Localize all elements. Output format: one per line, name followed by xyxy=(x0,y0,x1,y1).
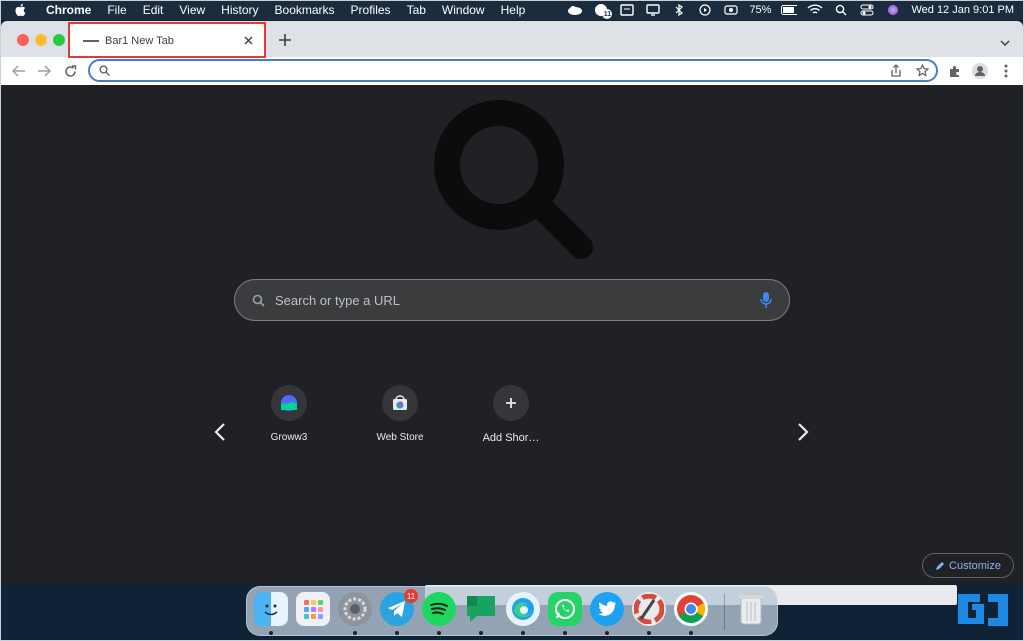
menu-bookmarks[interactable]: Bookmarks xyxy=(275,3,335,17)
microphone-icon[interactable] xyxy=(757,291,775,309)
notes-icon[interactable] xyxy=(619,3,635,17)
search-icon xyxy=(96,63,112,79)
dock: 11 xyxy=(246,586,778,636)
customize-label: Customize xyxy=(949,559,1001,572)
menu-history[interactable]: History xyxy=(221,3,258,17)
whatsapp-icon[interactable] xyxy=(548,592,582,626)
bookmark-star-icon[interactable] xyxy=(914,63,930,79)
pencil-icon xyxy=(936,561,945,570)
menu-chrome[interactable]: Chrome xyxy=(46,3,91,17)
tab-strip: Bar1 New Tab xyxy=(1,21,1023,57)
zoom-window-button[interactable] xyxy=(53,34,65,46)
siri-icon[interactable] xyxy=(885,3,901,17)
menu-file[interactable]: File xyxy=(107,3,126,17)
web-store-icon xyxy=(382,385,418,421)
tab-favicon-icon xyxy=(83,39,99,42)
tab-new-tab[interactable]: Bar1 New Tab xyxy=(69,24,265,57)
shortcut-label: Add Shor… xyxy=(482,432,540,444)
menu-edit[interactable]: Edit xyxy=(143,3,164,17)
spotlight-search-icon[interactable] xyxy=(833,3,849,17)
watermark-logo-icon xyxy=(954,590,1012,630)
wifi-icon[interactable] xyxy=(807,3,823,17)
shortcut-label: Groww3 xyxy=(270,432,308,443)
finder-icon[interactable] xyxy=(254,592,288,626)
running-indicator xyxy=(269,631,273,635)
shortcuts-next-chevron-icon[interactable] xyxy=(795,421,811,443)
address-input[interactable] xyxy=(112,63,888,78)
shortcut-tile[interactable]: Web Store xyxy=(350,385,450,443)
menu-profiles[interactable]: Profiles xyxy=(351,3,391,17)
spotify-icon[interactable] xyxy=(422,592,456,626)
minimize-window-button[interactable] xyxy=(35,34,47,46)
menu-help[interactable]: Help xyxy=(501,3,526,17)
trash-icon[interactable] xyxy=(734,592,768,626)
battery-icon[interactable] xyxy=(781,3,798,17)
shortcut-label: Web Store xyxy=(376,432,424,443)
chrome-icon[interactable] xyxy=(674,592,708,626)
tab-search-chevron-icon[interactable] xyxy=(999,35,1011,47)
running-indicator xyxy=(689,631,693,635)
notification-badge: 11 xyxy=(404,589,418,603)
running-indicator xyxy=(479,631,483,635)
tab-close-icon[interactable] xyxy=(241,34,255,48)
chrome-window: Bar1 New Tab Search or type a URL Groww3… xyxy=(1,21,1023,584)
address-bar[interactable] xyxy=(88,59,938,82)
bluetooth-icon[interactable] xyxy=(671,3,687,17)
groww-icon xyxy=(271,385,307,421)
mac-menubar: Chrome File Edit View History Bookmarks … xyxy=(0,0,1024,20)
browser-toolbar xyxy=(1,57,1023,85)
running-indicator xyxy=(395,631,399,635)
twitter-icon[interactable] xyxy=(590,592,624,626)
running-indicator xyxy=(437,631,441,635)
tab-title: Bar1 New Tab xyxy=(105,34,174,47)
menubar-clock[interactable]: Wed 12 Jan 9:01 PM xyxy=(911,4,1014,16)
forward-button[interactable] xyxy=(36,63,52,79)
menubar-status-area: 11 75% Wed 12 Jan 9:01 PM xyxy=(567,0,1014,20)
new-tab-page: Search or type a URL Groww3 Web Store Ad… xyxy=(1,85,1023,584)
menu-view[interactable]: View xyxy=(179,3,205,17)
reload-button[interactable] xyxy=(62,63,78,79)
search-logo-icon xyxy=(433,99,593,264)
profile-avatar-icon[interactable] xyxy=(972,63,988,79)
menu-tab[interactable]: Tab xyxy=(407,3,426,17)
search-icon xyxy=(249,291,267,309)
dock-separator xyxy=(724,594,725,630)
control-center-icon[interactable] xyxy=(859,3,875,17)
running-indicator xyxy=(605,631,609,635)
screen-record-icon[interactable] xyxy=(723,3,739,17)
apple-icon[interactable] xyxy=(14,3,28,17)
add-shortcut-button[interactable]: Add Shor… xyxy=(461,385,561,444)
app-badge-icon[interactable]: 11 xyxy=(593,3,613,19)
new-tab-button[interactable] xyxy=(277,32,293,48)
edge-icon[interactable] xyxy=(506,592,540,626)
battery-percent: 75% xyxy=(749,4,772,16)
play-icon[interactable] xyxy=(697,3,713,17)
cloud-icon[interactable] xyxy=(567,3,583,17)
launchpad-icon[interactable] xyxy=(296,592,330,626)
status-badge: 11 xyxy=(602,9,613,19)
shortcuts-prev-chevron-icon[interactable] xyxy=(212,421,228,443)
running-indicator xyxy=(563,631,567,635)
share-icon[interactable] xyxy=(888,63,904,79)
pages-pinwheel-icon[interactable] xyxy=(632,592,666,626)
shortcut-tile[interactable]: Groww3 xyxy=(239,385,339,443)
running-indicator xyxy=(353,631,357,635)
google-chat-icon[interactable] xyxy=(464,592,498,626)
extensions-puzzle-icon[interactable] xyxy=(946,63,962,79)
customize-button[interactable]: Customize xyxy=(922,553,1014,578)
display-icon[interactable] xyxy=(645,3,661,17)
menu-window[interactable]: Window xyxy=(442,3,485,17)
plus-icon xyxy=(493,385,529,421)
menu-kebab-icon[interactable] xyxy=(998,63,1014,79)
running-indicator xyxy=(521,631,525,635)
ntp-search-box[interactable]: Search or type a URL xyxy=(234,279,790,321)
system-preferences-icon[interactable] xyxy=(338,592,372,626)
running-indicator xyxy=(647,631,651,635)
back-button[interactable] xyxy=(11,63,27,79)
close-window-button[interactable] xyxy=(17,34,29,46)
search-placeholder[interactable]: Search or type a URL xyxy=(275,293,757,308)
